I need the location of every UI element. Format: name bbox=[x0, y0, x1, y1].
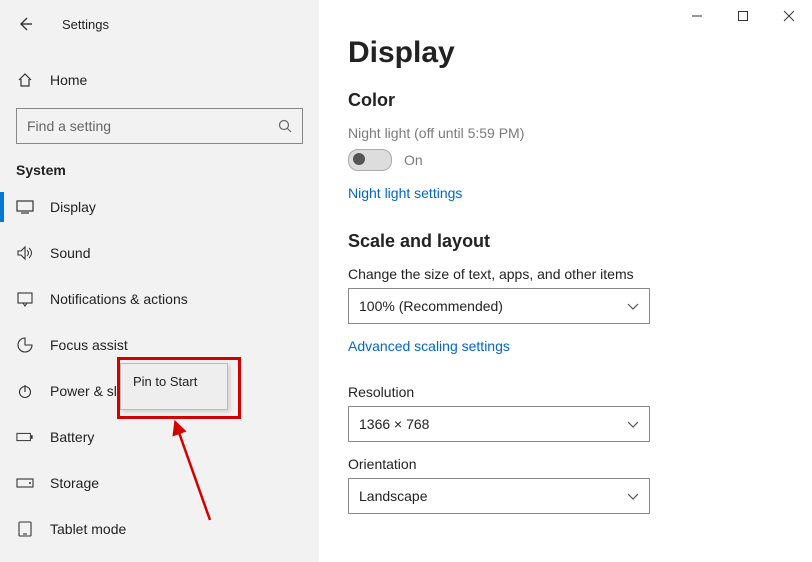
main-content: Display Color Night light (off until 5:5… bbox=[320, 0, 812, 562]
context-menu: Pin to Start bbox=[120, 363, 228, 410]
context-menu-pin-to-start[interactable]: Pin to Start bbox=[121, 368, 227, 395]
search-input[interactable]: Find a setting bbox=[16, 108, 303, 144]
search-placeholder: Find a setting bbox=[27, 118, 111, 134]
sidebar-item-label: Tablet mode bbox=[50, 521, 126, 537]
minimize-button[interactable] bbox=[674, 0, 720, 32]
sidebar: Settings Home Find a setting System Disp… bbox=[0, 0, 320, 562]
sidebar-item-tablet-mode[interactable]: Tablet mode bbox=[0, 506, 319, 552]
sidebar-item-label: Battery bbox=[50, 429, 94, 445]
sound-icon bbox=[16, 244, 34, 262]
search-icon bbox=[276, 117, 294, 135]
power-icon bbox=[16, 382, 34, 400]
sidebar-item-label: Display bbox=[50, 199, 96, 215]
title-bar bbox=[674, 0, 812, 32]
close-button[interactable] bbox=[766, 0, 812, 32]
orientation-value: Landscape bbox=[359, 488, 428, 504]
sidebar-item-label: Notifications & actions bbox=[50, 291, 188, 307]
resolution-value: 1366 × 768 bbox=[359, 416, 429, 432]
sidebar-item-battery[interactable]: Battery bbox=[0, 414, 319, 460]
chevron-down-icon bbox=[627, 488, 639, 504]
night-light-status: Night light (off until 5:59 PM) bbox=[348, 125, 784, 141]
advanced-scaling-link[interactable]: Advanced scaling settings bbox=[348, 338, 510, 354]
battery-icon bbox=[16, 428, 34, 446]
scale-value: 100% (Recommended) bbox=[359, 298, 503, 314]
section-system: System bbox=[0, 154, 319, 184]
page-title: Display bbox=[348, 36, 784, 70]
orientation-label: Orientation bbox=[348, 456, 784, 472]
back-icon[interactable] bbox=[16, 15, 34, 33]
orientation-dropdown[interactable]: Landscape bbox=[348, 478, 650, 514]
scale-dropdown[interactable]: 100% (Recommended) bbox=[348, 288, 650, 324]
sidebar-item-label: Sound bbox=[50, 245, 90, 261]
home-nav[interactable]: Home bbox=[0, 58, 319, 102]
night-light-toggle[interactable] bbox=[348, 149, 392, 171]
maximize-button[interactable] bbox=[720, 0, 766, 32]
notifications-icon bbox=[16, 290, 34, 308]
home-label: Home bbox=[50, 72, 87, 88]
scale-label: Change the size of text, apps, and other… bbox=[348, 266, 784, 282]
storage-icon bbox=[16, 474, 34, 492]
sidebar-item-storage[interactable]: Storage bbox=[0, 460, 319, 506]
focus-assist-icon bbox=[16, 336, 34, 354]
window-title: Settings bbox=[62, 17, 109, 32]
night-light-settings-link[interactable]: Night light settings bbox=[348, 185, 462, 201]
sidebar-item-sound[interactable]: Sound bbox=[0, 230, 319, 276]
sidebar-item-label: Focus assist bbox=[50, 337, 128, 353]
home-icon bbox=[16, 71, 34, 89]
sidebar-item-focus-assist[interactable]: Focus assist bbox=[0, 322, 319, 368]
color-heading: Color bbox=[348, 90, 784, 111]
display-icon bbox=[16, 198, 34, 216]
sidebar-item-notifications[interactable]: Notifications & actions bbox=[0, 276, 319, 322]
tablet-icon bbox=[16, 520, 34, 538]
resolution-dropdown[interactable]: 1366 × 768 bbox=[348, 406, 650, 442]
chevron-down-icon bbox=[627, 298, 639, 314]
scale-layout-heading: Scale and layout bbox=[348, 231, 784, 252]
sidebar-item-display[interactable]: Display bbox=[0, 184, 319, 230]
sidebar-item-label: Storage bbox=[50, 475, 99, 491]
chevron-down-icon bbox=[627, 416, 639, 432]
toggle-label: On bbox=[404, 152, 423, 168]
resolution-label: Resolution bbox=[348, 384, 784, 400]
